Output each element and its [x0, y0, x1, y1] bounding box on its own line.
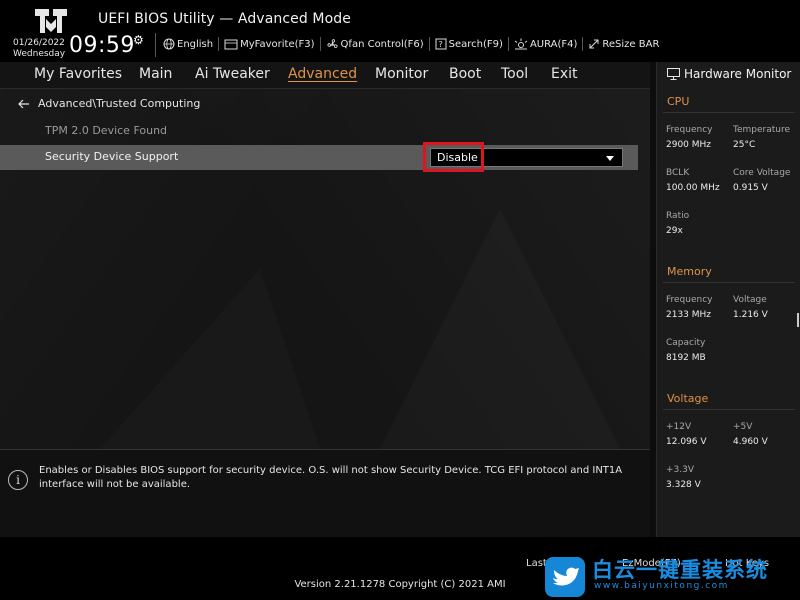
- chevron-down-icon: [606, 156, 614, 161]
- aura-button[interactable]: AURA(F4): [514, 36, 577, 52]
- toolbar-divider: [507, 37, 509, 51]
- qfan-control-button[interactable]: Qfan Control(F6): [326, 36, 424, 52]
- aura-icon: [514, 38, 528, 50]
- voltage-12v-label: +12V: [666, 422, 692, 432]
- menu-monitor[interactable]: Monitor: [375, 66, 428, 82]
- menu-boot[interactable]: Boot: [449, 66, 481, 82]
- qfan-control-label: Qfan Control(F6): [340, 38, 424, 50]
- cpu-temperature-label: Temperature: [733, 125, 791, 135]
- cpu-divider: [663, 112, 795, 113]
- favorite-icon: [224, 39, 238, 49]
- aura-label: AURA(F4): [529, 38, 578, 50]
- cpu-bclk-value: 100.00 MHz: [666, 183, 720, 193]
- breadcrumb-path: Advanced\Trusted Computing: [38, 97, 201, 110]
- cpu-ratio-value: 29x: [666, 226, 683, 236]
- hardware-monitor-title-text: Hardware Monitor: [684, 67, 792, 81]
- clock-settings-gear-icon[interactable]: ⚙: [133, 33, 144, 47]
- cpu-frequency-label: Frequency: [666, 125, 713, 135]
- resize-bar-label: ReSize BAR: [602, 38, 660, 50]
- back-arrow-icon[interactable]: [18, 99, 30, 109]
- last-modified-button[interactable]: Last: [526, 558, 547, 569]
- cpu-bclk-label: BCLK: [666, 168, 690, 178]
- menu-tool[interactable]: Tool: [501, 66, 528, 82]
- header-bar: UEFI BIOS Utility — Advanced Mode 01/26/…: [0, 0, 800, 62]
- security-device-support-label: Security Device Support: [45, 150, 179, 163]
- background-shape: [380, 209, 620, 449]
- clock-time: 09:59: [69, 33, 135, 58]
- search-label: Search(F9): [448, 38, 503, 50]
- breadcrumb[interactable]: Advanced\Trusted Computing: [18, 97, 200, 110]
- resize-icon: [589, 39, 599, 49]
- bird-icon: [553, 567, 579, 586]
- globe-icon: [163, 38, 175, 50]
- toolbar-divider: [582, 37, 584, 51]
- voltage-divider: [663, 409, 795, 410]
- language-label: English: [177, 38, 214, 50]
- cpu-heading: CPU: [667, 95, 690, 108]
- watermark-url: www.baiyunxitong.com: [594, 581, 729, 591]
- header-divider: [155, 33, 156, 57]
- footer-bar: Last EzMode(F7) Hot Keys Version 2.21.12…: [0, 537, 800, 600]
- voltage-5v-label: +5V: [733, 422, 753, 432]
- memory-divider: [663, 282, 795, 283]
- memory-frequency-label: Frequency: [666, 295, 713, 305]
- voltage-3v3-value: 3.328 V: [666, 480, 701, 490]
- header-toolbar: English MyFavorite(F3) Qfan Control(F6): [163, 36, 659, 52]
- toolbar-divider: [319, 37, 321, 51]
- info-icon: i: [8, 470, 28, 490]
- date-text: 01/26/2022: [13, 38, 65, 48]
- cpu-frequency-value: 2900 MHz: [666, 140, 712, 150]
- menu-main[interactable]: Main: [139, 66, 172, 82]
- memory-heading: Memory: [667, 265, 712, 278]
- resize-bar-button[interactable]: ReSize BAR: [588, 36, 659, 52]
- day-text: Wednesday: [13, 49, 66, 59]
- watermark-text: 白云一键重装系统: [592, 558, 768, 582]
- hardware-monitor-panel: Hardware Monitor CPU Frequency Temperatu…: [656, 62, 800, 537]
- cpu-temperature-value: 25°C: [733, 140, 756, 150]
- date-display: 01/26/2022 Wednesday: [13, 38, 65, 60]
- menu-advanced[interactable]: Advanced: [288, 66, 357, 82]
- help-panel: i Enables or Disables BIOS support for s…: [0, 449, 650, 537]
- cpu-core-voltage-value: 0.915 V: [733, 183, 768, 193]
- memory-voltage-value: 1.216 V: [733, 310, 768, 320]
- toolbar-divider: [218, 37, 220, 51]
- search-button[interactable]: ? Search(F9): [435, 36, 503, 52]
- memory-voltage-label: Voltage: [733, 295, 767, 305]
- watermark-bird-icon: [545, 557, 585, 597]
- menu-exit[interactable]: Exit: [551, 66, 578, 82]
- voltage-heading: Voltage: [667, 392, 709, 405]
- memory-capacity-label: Capacity: [666, 338, 706, 348]
- toolbar-divider: [428, 37, 430, 51]
- memory-frequency-value: 2133 MHz: [666, 310, 712, 320]
- app-title: UEFI BIOS Utility — Advanced Mode: [98, 11, 351, 27]
- voltage-12v-value: 12.096 V: [666, 437, 707, 447]
- myfavorite-button[interactable]: MyFavorite(F3): [224, 36, 315, 52]
- security-device-support-row[interactable]: Security Device Support Disable: [0, 145, 638, 170]
- search-icon: ?: [435, 38, 447, 50]
- mouse-cursor-icon: [797, 313, 799, 327]
- background-shape: [100, 269, 320, 449]
- cpu-ratio-label: Ratio: [666, 211, 690, 221]
- help-description: Enables or Disables BIOS support for sec…: [39, 465, 623, 490]
- voltage-3v3-label: +3.3V: [666, 465, 695, 475]
- settings-panel: Advanced\Trusted Computing TPM 2.0 Devic…: [0, 89, 650, 449]
- monitor-icon: [667, 68, 680, 80]
- tuf-logo-icon: [35, 9, 67, 33]
- tpm-device-found-text: TPM 2.0 Device Found: [45, 124, 168, 137]
- main-menu-bar: My Favorites Main Ai Tweaker Advanced Mo…: [0, 62, 650, 89]
- myfavorite-label: MyFavorite(F3): [240, 38, 315, 50]
- menu-ai-tweaker[interactable]: Ai Tweaker: [195, 66, 270, 82]
- svg-text:?: ?: [438, 40, 442, 49]
- annotation-highlight-box: [423, 142, 484, 172]
- cpu-core-voltage-label: Core Voltage: [733, 168, 791, 178]
- fan-icon: [326, 38, 338, 48]
- voltage-5v-value: 4.960 V: [733, 437, 768, 447]
- menu-my-favorites[interactable]: My Favorites: [34, 66, 122, 82]
- language-button[interactable]: English: [163, 36, 213, 52]
- memory-capacity-value: 8192 MB: [666, 353, 706, 363]
- hardware-monitor-title: Hardware Monitor: [667, 67, 791, 81]
